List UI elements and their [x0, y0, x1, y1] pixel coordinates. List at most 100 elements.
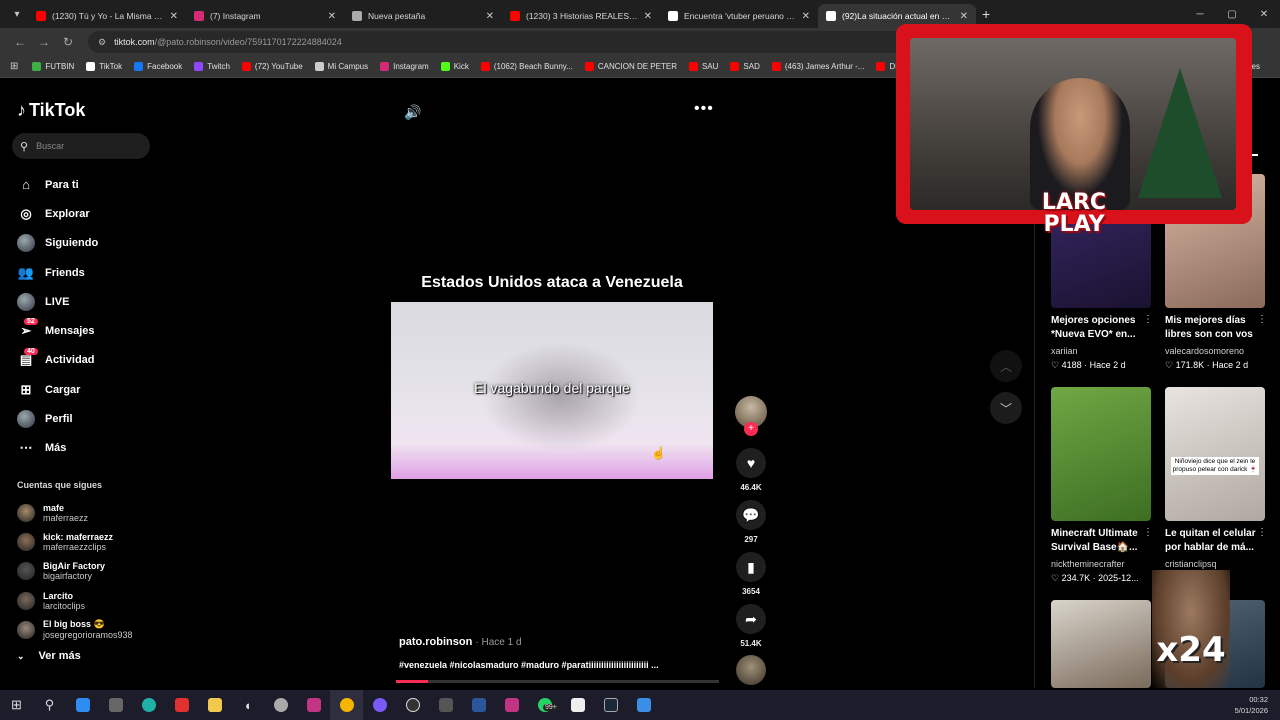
card-author[interactable]: cristianclipsq — [1165, 559, 1217, 569]
tab-search-icon[interactable]: ▾ — [6, 3, 28, 25]
obs-icon[interactable] — [396, 690, 429, 720]
tiktok-logo[interactable]: ♪ TikTok — [17, 100, 85, 121]
close-tab-icon[interactable]: ✕ — [170, 11, 178, 22]
nav-item-para-ti[interactable]: ⌂ Para ti — [0, 170, 165, 199]
minimize-icon[interactable]: ─ — [1184, 9, 1216, 20]
bookmark-item[interactable]: Mi Campus — [314, 62, 368, 71]
bookmark-item[interactable]: (72) YouTube — [241, 62, 303, 71]
nav-item-perfil[interactable]: Perfil — [0, 404, 165, 433]
nav-item-más[interactable]: ⋯ Más — [0, 434, 165, 463]
following-account[interactable]: mafe maferraezz — [17, 498, 133, 527]
new-tab-button[interactable]: + — [982, 6, 990, 22]
app-icon-3[interactable] — [297, 690, 330, 720]
comment-button[interactable]: 💬 297 — [733, 500, 769, 552]
reload-icon[interactable]: ↻ — [56, 35, 80, 49]
app-icon-6[interactable] — [561, 690, 594, 720]
calculator-icon[interactable] — [429, 690, 462, 720]
card-author[interactable]: xariian — [1051, 346, 1078, 356]
video-author[interactable]: pato.robinson · Hace 1 d — [399, 636, 522, 648]
close-tab-icon[interactable]: ✕ — [960, 11, 968, 22]
following-account[interactable]: BigAir Factory bigairfactory — [17, 557, 133, 586]
card-title[interactable]: Minecraft Ultimate Survival Base🏠... — [1051, 527, 1151, 555]
browser-tab[interactable]: Encuentra 'vtuber peruano hombre' ✕ — [660, 4, 818, 28]
close-tab-icon[interactable]: ✕ — [486, 11, 494, 22]
creator-avatar[interactable]: + — [735, 396, 767, 436]
app-icon[interactable] — [99, 690, 132, 720]
volume-icon[interactable]: 🔊 — [404, 104, 421, 121]
search-input[interactable]: ⚲ Buscar — [12, 133, 150, 159]
app-icon-2[interactable] — [264, 690, 297, 720]
browser-tab[interactable]: (1230) 3 Historias REALES de Horror ✕ — [502, 4, 660, 28]
video-thumbnail[interactable] — [1051, 387, 1151, 521]
bookmark-item[interactable]: (463) James Arthur -... — [771, 62, 864, 71]
following-account[interactable]: El big boss 😎 josegregorioramos938 — [17, 615, 133, 644]
next-creator-avatar[interactable] — [736, 655, 766, 685]
nav-item-live[interactable]: LIVE — [0, 287, 165, 316]
browser-tab[interactable]: Nueva pestaña ✕ — [344, 4, 502, 28]
next-video-button[interactable]: ﹀ — [990, 392, 1022, 424]
save-button[interactable]: ▮ 3654 — [733, 552, 769, 604]
video-thumbnail[interactable]: Niñoviejo dice que el zein le propuso pe… — [1165, 387, 1265, 521]
following-account[interactable]: kick: maferraezz maferraezzclips — [17, 527, 133, 556]
video-hashtags[interactable]: #venezuela #nicolasmaduro #maduro #parat… — [399, 660, 699, 670]
system-clock[interactable]: 00:32 5/01/2026 — [1235, 694, 1268, 716]
nav-item-cargar[interactable]: ⊞ Cargar — [0, 375, 165, 404]
card-author[interactable]: nicktheminecrafter — [1051, 559, 1125, 569]
bookmark-item[interactable]: Twitch — [194, 62, 230, 71]
bookmark-item[interactable]: SAU — [688, 62, 718, 71]
card-author[interactable]: valecardosomoreno — [1165, 346, 1244, 356]
share-button[interactable]: ➦ 51.4K — [733, 604, 769, 656]
video-thumbnail[interactable] — [1051, 600, 1151, 688]
search-taskbar-icon[interactable]: ⚲ — [33, 690, 66, 720]
steam-icon[interactable] — [594, 690, 627, 720]
card-title[interactable]: Le quitan el celular por hablar de má... — [1165, 527, 1265, 555]
folder-icon[interactable] — [198, 690, 231, 720]
windows-start-icon[interactable]: ⊞ — [0, 690, 33, 720]
card-more-icon[interactable]: ⋮ — [1143, 314, 1153, 325]
following-account[interactable]: Larcito larcitoclips — [17, 586, 133, 615]
close-tab-icon[interactable]: ✕ — [802, 11, 810, 22]
nav-item-friends[interactable]: 👥 Friends — [0, 258, 165, 287]
card-title[interactable]: Mejores opciones *Nueva EVO* en... — [1051, 314, 1151, 342]
back-icon[interactable]: ← — [8, 35, 32, 49]
nav-item-siguiendo[interactable]: Siguiendo — [0, 229, 165, 258]
edge-icon[interactable] — [132, 690, 165, 720]
maximize-icon[interactable]: ▢ — [1216, 9, 1248, 20]
nav-item-explorar[interactable]: ◎ Explorar — [0, 199, 165, 228]
store-icon[interactable] — [66, 690, 99, 720]
whatsapp-icon[interactable]: 99+ — [528, 690, 561, 720]
card-more-icon[interactable]: ⋮ — [1257, 527, 1267, 538]
word-icon[interactable] — [462, 690, 495, 720]
epic-games-icon[interactable]: ◖ — [231, 690, 264, 720]
app-icon-4[interactable] — [363, 690, 396, 720]
nav-item-mensajes[interactable]: ➢ Mensajes 52 — [0, 316, 165, 345]
apps-grid-icon[interactable]: ⊞ — [10, 61, 18, 72]
card-title[interactable]: Mis mejores días libres son con vos — [1165, 314, 1265, 342]
app-icon-7[interactable] — [627, 690, 660, 720]
bookmark-item[interactable]: SAD — [730, 62, 760, 71]
video-progress-bar[interactable] — [396, 680, 719, 683]
browser-tab[interactable]: (7) Instagram ✕ — [186, 4, 344, 28]
close-tab-icon[interactable]: ✕ — [328, 11, 336, 22]
bookmark-item[interactable]: Instagram — [380, 62, 429, 71]
card-more-icon[interactable]: ⋮ — [1257, 314, 1267, 325]
bookmark-item[interactable]: FUTBIN — [32, 62, 74, 71]
app-icon-5[interactable] — [495, 690, 528, 720]
see-more-button[interactable]: ⌄ Ver más — [17, 650, 81, 662]
follow-plus-icon[interactable]: + — [744, 422, 758, 436]
bookmark-item[interactable]: TikTok — [86, 62, 122, 71]
like-button[interactable]: ♥ 46.4K — [733, 448, 769, 500]
close-tab-icon[interactable]: ✕ — [644, 11, 652, 22]
bookmark-item[interactable]: Kick — [440, 62, 469, 71]
close-window-icon[interactable]: ✕ — [1248, 9, 1280, 20]
card-more-icon[interactable]: ⋮ — [1143, 527, 1153, 538]
nav-item-actividad[interactable]: ▤ Actividad 40 — [0, 346, 165, 375]
browser-tab[interactable]: (1230) Tú y Yo - La Misma Gente ✕ — [28, 4, 186, 28]
bookmark-item[interactable]: CANCION DE PETER — [584, 62, 677, 71]
more-options-icon[interactable]: ••• — [694, 100, 714, 118]
forward-icon[interactable]: → — [32, 35, 56, 49]
previous-video-button[interactable]: ︿ — [990, 350, 1022, 382]
bookmark-item[interactable]: (1062) Beach Bunny... — [480, 62, 573, 71]
video-app-icon[interactable] — [165, 690, 198, 720]
site-info-icon[interactable]: ⚙ — [98, 37, 106, 48]
